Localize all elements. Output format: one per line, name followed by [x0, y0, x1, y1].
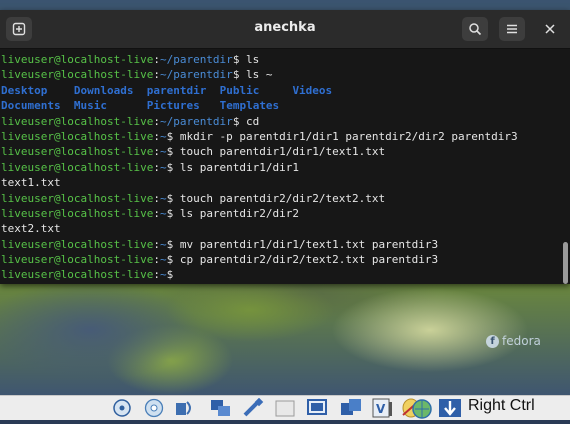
- optical-disk-icon[interactable]: [144, 398, 164, 418]
- prompt-path: ~/parentdir: [159, 53, 233, 66]
- terminal-text: $ touch parentdir2/dir2/text2.txt: [166, 191, 386, 205]
- terminal-text: $ ls: [232, 53, 260, 66]
- terminal-text: $ cp parentdir2/dir2/text2.txt parentdir…: [166, 253, 439, 267]
- terminal-text: $ ls parentdir2/dir2: [166, 206, 300, 220]
- prompt-user: liveuser@localhost-live: [1, 237, 154, 251]
- prompt-user: liveuser@localhost-live: [1, 253, 154, 267]
- network-icon[interactable]: [210, 398, 230, 418]
- prompt-path: ~/parentdir: [159, 68, 233, 82]
- terminal-line: liveuser@localhost-live:~/parentdir$ cd: [1, 114, 570, 129]
- terminal-text: $: [166, 268, 180, 282]
- terminal-text: :: [153, 237, 160, 251]
- terminal-text: :: [153, 160, 160, 174]
- terminal-line: liveuser@localhost-live:~$ mv parentdir1…: [1, 237, 570, 252]
- terminal-line: Documents Music Pictures Templates: [1, 98, 570, 113]
- terminal-line: liveuser@localhost-live:~$ cp parentdir2…: [1, 252, 570, 267]
- directory-name: Desktop: [1, 83, 74, 97]
- shared-folders-icon[interactable]: [274, 398, 295, 418]
- prompt-user: liveuser@localhost-live: [1, 68, 154, 82]
- terminal-window[interactable]: anechka liveuser@localhost-live:~/parent…: [0, 10, 570, 284]
- terminal-text: :: [153, 206, 160, 220]
- directory-name: Videos: [292, 83, 333, 97]
- terminal-text: $ mv parentdir1/dir1/text1.txt parentdir…: [166, 237, 439, 251]
- terminal-text: :: [153, 268, 160, 282]
- prompt-path: ~: [159, 268, 167, 282]
- host-key-label: Right Ctrl: [468, 397, 535, 414]
- directory-name: Pictures: [146, 99, 220, 113]
- directory-name: Music: [73, 99, 147, 113]
- hamburger-menu-icon: [507, 24, 517, 34]
- prompt-user: liveuser@localhost-live: [1, 191, 154, 205]
- fedora-watermark-text: fedora: [502, 334, 541, 348]
- terminal-line: liveuser@localhost-live:~$ ls parentdir1…: [1, 160, 570, 175]
- terminal-text: :: [153, 53, 160, 66]
- prompt-path: ~: [159, 237, 167, 251]
- terminal-text: :: [153, 145, 160, 159]
- close-button[interactable]: [540, 19, 560, 39]
- directory-name: Downloads: [73, 83, 147, 97]
- fedora-logo-icon: f: [486, 334, 499, 348]
- terminal-line: text1.txt: [1, 175, 570, 190]
- prompt-user: liveuser@localhost-live: [1, 129, 154, 143]
- prompt-path: ~: [159, 191, 167, 205]
- globe-icon[interactable]: [406, 398, 432, 419]
- terminal-line: liveuser@localhost-live:~/parentdir$ ls …: [1, 67, 570, 82]
- prompt-user: liveuser@localhost-live: [1, 206, 154, 220]
- directory-name: Public: [219, 83, 293, 97]
- video-capture-icon[interactable]: [340, 398, 361, 418]
- terminal-line: text2.txt: [1, 221, 570, 236]
- terminal-text: :: [153, 114, 160, 128]
- prompt-path: ~/parentdir: [159, 114, 233, 128]
- terminal-text: $ ls ~: [232, 68, 273, 82]
- terminal-line: liveuser@localhost-live:~$: [1, 267, 570, 282]
- search-icon: [469, 23, 482, 36]
- terminal-text: $ touch parentdir1/dir1/text1.txt: [166, 145, 386, 159]
- directory-name: parentdir: [146, 83, 220, 97]
- terminal-text: :: [153, 191, 160, 205]
- virtualization-icon[interactable]: V: [372, 398, 392, 418]
- prompt-path: ~: [159, 160, 167, 174]
- audio-icon[interactable]: [174, 398, 194, 418]
- fedora-watermark: f fedora: [486, 334, 541, 348]
- terminal-text: :: [153, 68, 160, 82]
- directory-name: Documents: [1, 99, 74, 113]
- terminal-text: $ ls parentdir1/dir1: [166, 160, 300, 174]
- prompt-path: ~: [159, 253, 167, 267]
- vm-statusbar: V Right Ctrl: [0, 395, 570, 420]
- terminal-cursor: [180, 268, 187, 280]
- terminal-text: :: [153, 129, 160, 143]
- hard-disk-icon[interactable]: [112, 398, 132, 418]
- prompt-user: liveuser@localhost-live: [1, 160, 154, 174]
- menu-button[interactable]: [499, 17, 525, 41]
- prompt-path: ~: [159, 129, 167, 143]
- terminal-output[interactable]: liveuser@localhost-live:~/parentdir$ ls l…: [0, 49, 570, 283]
- terminal-text: text1.txt: [1, 176, 61, 190]
- terminal-text: $ cd: [232, 114, 260, 128]
- search-button[interactable]: [462, 17, 488, 41]
- host-key-arrow-icon[interactable]: [438, 398, 461, 418]
- display-icon[interactable]: [306, 398, 327, 418]
- terminal-line: Desktop Downloads parentdir Public Video…: [1, 83, 570, 98]
- usb-icon[interactable]: [242, 397, 264, 418]
- terminal-line: liveuser@localhost-live:~$ touch parentd…: [1, 191, 570, 206]
- prompt-user: liveuser@localhost-live: [1, 53, 154, 66]
- terminal-line: liveuser@localhost-live:~$ mkdir -p pare…: [1, 129, 570, 144]
- prompt-path: ~: [159, 145, 167, 159]
- terminal-text: :: [153, 253, 160, 267]
- terminal-scrollbar[interactable]: [563, 242, 568, 284]
- prompt-user: liveuser@localhost-live: [1, 268, 154, 282]
- prompt-path: ~: [159, 206, 167, 220]
- prompt-user: liveuser@localhost-live: [1, 145, 154, 159]
- terminal-titlebar[interactable]: anechka: [0, 10, 570, 49]
- terminal-text: $ mkdir -p parentdir1/dir1 parentdir2/di…: [166, 129, 518, 143]
- terminal-text: text2.txt: [1, 222, 61, 236]
- terminal-line: liveuser@localhost-live:~/parentdir$ ls: [1, 52, 570, 67]
- close-icon: [545, 24, 555, 34]
- directory-name: Templates: [219, 99, 280, 113]
- terminal-line: liveuser@localhost-live:~$ touch parentd…: [1, 144, 570, 159]
- svg-text:V: V: [376, 402, 386, 416]
- terminal-line: liveuser@localhost-live:~$ ls parentdir2…: [1, 206, 570, 221]
- prompt-user: liveuser@localhost-live: [1, 114, 154, 128]
